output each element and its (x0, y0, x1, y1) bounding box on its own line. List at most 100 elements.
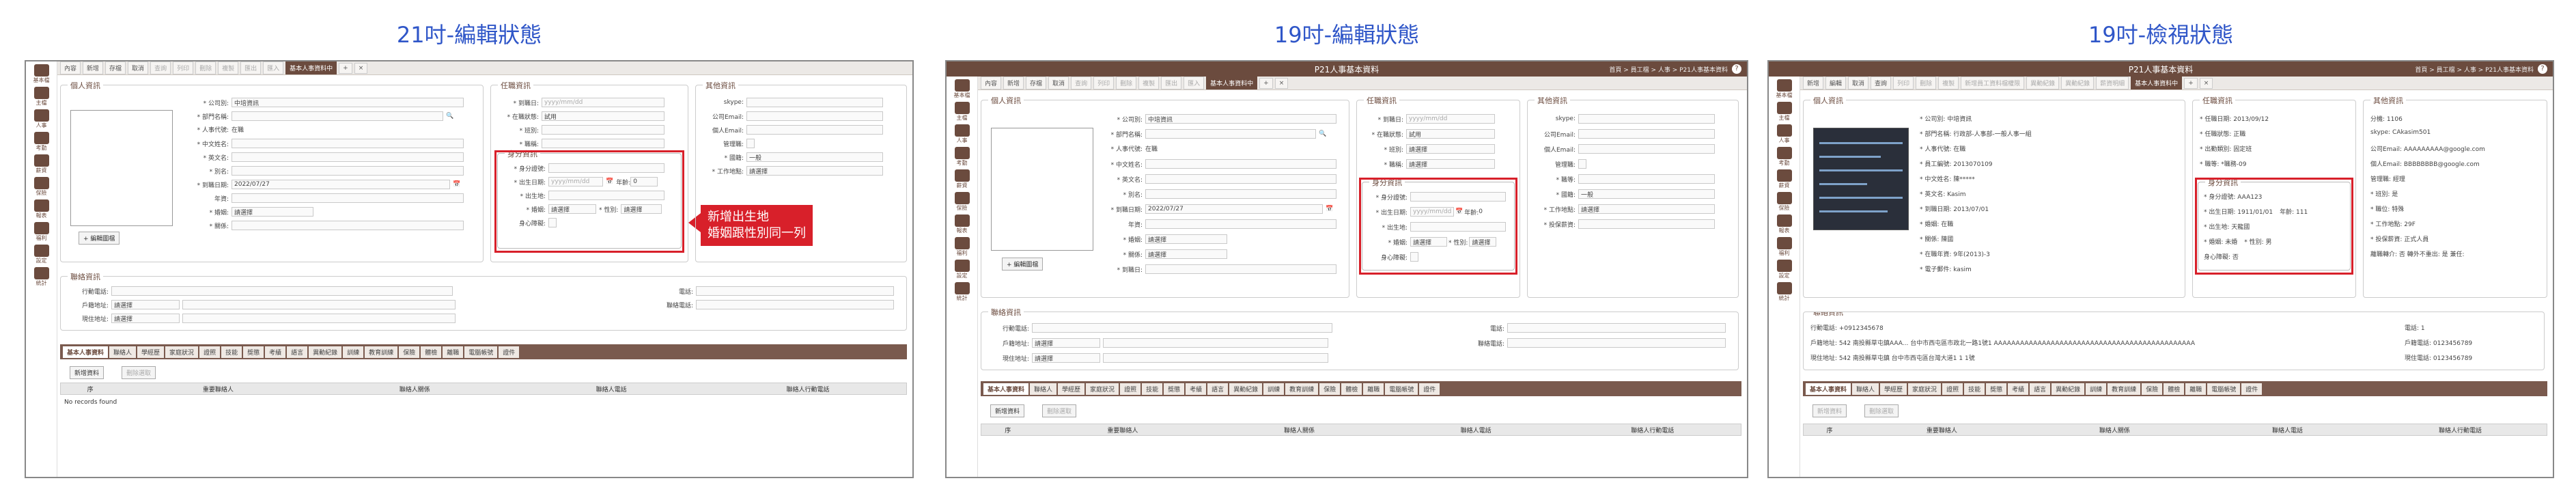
enter-input[interactable] (1145, 264, 1336, 274)
detail-tab[interactable]: 學經歷 (137, 346, 165, 358)
detail-tab[interactable]: 體檢 (1341, 383, 1362, 395)
detail-tab[interactable]: 獎懲 (243, 346, 264, 358)
detail-tab[interactable]: 語言 (287, 346, 308, 358)
address-input[interactable] (1103, 353, 1328, 363)
detail-tab[interactable]: 基本人事資料 (983, 383, 1029, 395)
address-input[interactable] (182, 314, 456, 323)
detail-tab[interactable]: 家庭狀況 (165, 346, 199, 358)
detail-tab[interactable]: 教育訓練 (1285, 383, 1319, 395)
toolbar-button[interactable]: 薪資明細 (2096, 77, 2129, 89)
detail-tab[interactable]: 聯絡人 (109, 346, 137, 358)
toolbar-button[interactable]: × (1274, 77, 1289, 89)
sidebar-item[interactable]: 福利 (33, 222, 49, 242)
toolbar-button[interactable]: 查詢 (1871, 77, 1892, 89)
toolbar-button[interactable]: 存檔 (105, 61, 126, 74)
grid-column-header[interactable]: 聯絡人電話 (2201, 426, 2374, 434)
detail-tab[interactable]: 語言 (1207, 383, 1229, 395)
delete-selected-button[interactable]: 刪除選取 (122, 366, 156, 379)
sidebar-item[interactable]: 福利 (1776, 237, 1792, 257)
insurance-select[interactable] (1578, 219, 1715, 229)
manager-checkbox[interactable] (746, 139, 755, 148)
company-select[interactable]: 中培資訊 (232, 98, 464, 107)
detail-tab[interactable]: 學經歷 (1880, 383, 1907, 395)
toolbar-button[interactable]: 匯入 (263, 61, 284, 74)
sidebar-item[interactable]: 基本檔 (1776, 79, 1793, 99)
toolbar-button[interactable]: 刪除 (1116, 77, 1137, 89)
marital-select[interactable]: 請選擇 (232, 207, 313, 217)
alias-input[interactable] (1145, 189, 1336, 199)
toolbar-button[interactable]: × (354, 62, 368, 74)
relation-input[interactable] (232, 221, 464, 230)
detail-tab[interactable]: 異動紀錄 (2052, 383, 2085, 395)
toolbar-button[interactable]: + (1259, 77, 1273, 89)
company-email-input[interactable] (746, 111, 883, 121)
toolbar-button[interactable]: 存檔 (1026, 77, 1047, 89)
toolbar-button[interactable]: 複製 (218, 61, 239, 74)
sidebar-item[interactable]: 主檔 (1776, 102, 1792, 122)
nation-select[interactable]: 一般 (746, 152, 883, 162)
work-select[interactable]: 請選擇 (1578, 204, 1715, 214)
shift-select[interactable] (542, 125, 664, 135)
address-select[interactable]: 請選擇 (1032, 353, 1100, 363)
eng-input[interactable] (232, 152, 464, 162)
sidebar-item[interactable]: 報表 (954, 215, 970, 234)
sidebar-item[interactable]: 保險 (954, 192, 970, 212)
sidebar-item[interactable]: 統計 (1776, 282, 1792, 302)
toolbar-button[interactable]: 取消 (128, 61, 149, 74)
phone-input[interactable] (696, 286, 894, 296)
residence-input[interactable] (182, 300, 456, 309)
toolbar-button[interactable]: 匯出 (1161, 77, 1182, 89)
toolbar-button[interactable]: 內容 (60, 61, 81, 74)
detail-tab[interactable]: 離職 (443, 346, 464, 358)
detail-tab[interactable]: 考績 (1186, 383, 1207, 395)
skype-input[interactable] (1578, 114, 1715, 124)
toolbar-button[interactable]: 內容 (981, 77, 1002, 89)
mobile-input[interactable] (111, 286, 453, 296)
enter-date-input[interactable]: 2022/07/27 (232, 180, 450, 189)
toolbar-button[interactable]: 異動紀錄 (2061, 77, 2095, 89)
hire-date-input[interactable]: yyyy/mm/dd (542, 98, 664, 107)
sidebar-item[interactable]: 薪資 (954, 169, 970, 189)
toolbar-button[interactable]: 複製 (1938, 77, 1959, 89)
detail-tab[interactable]: 證照 (1120, 383, 1141, 395)
help-icon[interactable]: ? (1732, 64, 1741, 74)
sidebar-item[interactable]: 報表 (1776, 215, 1792, 234)
dept-input[interactable] (1145, 129, 1316, 139)
grid-column-header[interactable]: 聯絡人關係 (2028, 426, 2201, 434)
detail-tab[interactable]: 保險 (399, 346, 420, 358)
calendar-icon[interactable]: 📅 (453, 181, 460, 188)
sidebar-item[interactable]: 福利 (954, 237, 970, 257)
toolbar-button[interactable]: 列印 (1093, 77, 1115, 89)
phone-input[interactable] (1507, 323, 1726, 333)
toolbar-button[interactable]: 複製 (1138, 77, 1160, 89)
status-select[interactable]: 試用 (542, 111, 664, 121)
detail-tab[interactable]: 證件 (499, 346, 520, 358)
sidebar-item[interactable]: 薪資 (1776, 169, 1792, 189)
detail-tab[interactable]: 技能 (221, 346, 242, 358)
detail-tab[interactable]: 語言 (2030, 383, 2051, 395)
add-record-button[interactable]: 新增資料 (990, 404, 1025, 417)
detail-tab[interactable]: 考績 (2008, 383, 2029, 395)
sidebar-item[interactable]: 基本檔 (33, 64, 50, 84)
toolbar-button[interactable]: 查詢 (150, 61, 171, 74)
status-select[interactable]: 試用 (1406, 129, 1495, 139)
detail-tab[interactable]: 證照 (1942, 383, 1963, 395)
edit-photo-button[interactable]: + 編輯圖檔 (1002, 258, 1044, 271)
toolbar-button[interactable]: 匯入 (1184, 77, 1205, 89)
toolbar-button[interactable]: 基本人事資料中 (2131, 77, 2183, 89)
shift-select[interactable]: 請選擇 (1406, 144, 1495, 154)
detail-tab[interactable]: 家庭狀況 (1086, 383, 1119, 395)
detail-tab[interactable]: 考績 (265, 346, 286, 358)
sidebar-item[interactable]: 薪資 (33, 154, 49, 174)
detail-tab[interactable]: 證件 (1419, 383, 1440, 395)
eng-input[interactable] (1145, 174, 1336, 184)
relation-select[interactable]: 請選擇 (1145, 249, 1227, 259)
detail-tab[interactable]: 證件 (2241, 383, 2263, 395)
sidebar-item[interactable]: 統計 (33, 267, 49, 287)
sidebar-item[interactable]: 基本檔 (954, 79, 970, 99)
grid-column-header[interactable]: 序 (61, 385, 120, 393)
detail-tab[interactable]: 異動紀錄 (309, 346, 342, 358)
toolbar-button[interactable]: + (339, 62, 352, 74)
toolbar-button[interactable]: 取消 (1848, 77, 1869, 89)
detail-tab[interactable]: 獎懲 (1986, 383, 2007, 395)
